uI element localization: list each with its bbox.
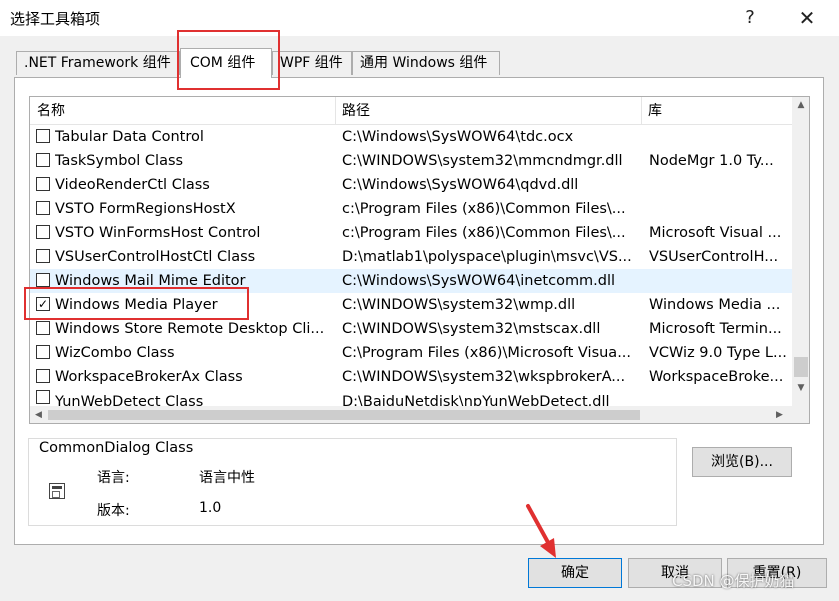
title-bar: 选择工具箱项 ? ✕ (0, 0, 839, 36)
horizontal-scrollbar[interactable]: ◀ ▶ (30, 406, 792, 423)
component-icon (49, 483, 65, 499)
watermark: CSDN @保护奶猫 (672, 572, 795, 590)
row-checkbox[interactable] (36, 153, 50, 167)
row-name: VideoRenderCtl Class (55, 177, 210, 193)
vertical-scroll-thumb[interactable] (794, 357, 808, 377)
list-row[interactable]: VideoRenderCtl Class C:\Windows\SysWOW64… (30, 173, 792, 197)
selected-component-name: CommonDialog Class (37, 440, 196, 456)
row-path: C:\Windows\SysWOW64\qdvd.dll (342, 177, 579, 193)
list-row[interactable]: Tabular Data Control C:\Windows\SysWOW64… (30, 125, 792, 149)
row-checkbox[interactable] (36, 129, 50, 143)
row-library: Microsoft Termin... (649, 321, 782, 337)
row-name: Windows Mail Mime Editor (55, 273, 246, 289)
row-path: C:\Program Files (x86)\Microsoft Visua..… (342, 345, 632, 361)
scroll-up-icon[interactable]: ▲ (792, 97, 809, 114)
tab-wpf-components[interactable]: WPF 组件 (272, 51, 352, 75)
row-checkbox[interactable] (36, 273, 50, 287)
list-header: 名称 路径 库 (30, 97, 792, 125)
horizontal-scroll-thumb[interactable] (48, 410, 640, 420)
row-path: c:\Program Files (x86)\Common Files\... (342, 201, 626, 217)
list-row[interactable]: YunWebDetect Class D:\BaiduNetdisk\npYun… (30, 389, 792, 406)
scroll-down-icon[interactable]: ▼ (792, 380, 809, 397)
vertical-scrollbar[interactable]: ▲ ▼ (792, 97, 809, 406)
row-path: C:\Windows\SysWOW64\tdc.ocx (342, 129, 574, 145)
row-path: C:\Windows\SysWOW64\inetcomm.dll (342, 273, 616, 289)
row-path: C:\WINDOWS\system32\wkspbrokerA... (342, 369, 626, 385)
row-library: Windows Media ... (649, 297, 781, 313)
list-body: Tabular Data Control C:\Windows\SysWOW64… (30, 125, 792, 406)
list-row[interactable]: WizCombo Class C:\Program Files (x86)\Mi… (30, 341, 792, 365)
row-library: VCWiz 9.0 Type L... (649, 345, 787, 361)
row-path: C:\WINDOWS\system32\wmp.dll (342, 297, 576, 313)
scroll-left-icon[interactable]: ◀ (30, 406, 47, 423)
row-name: VSTO WinFormsHost Control (55, 225, 261, 241)
row-library (649, 173, 789, 197)
scroll-right-icon[interactable]: ▶ (771, 406, 788, 423)
close-icon[interactable]: ✕ (792, 6, 822, 30)
row-name: TaskSymbol Class (55, 153, 184, 169)
version-value: 1.0 (199, 500, 222, 516)
row-name: Windows Media Player (55, 297, 218, 313)
row-library: WorkspaceBroke... (649, 369, 784, 385)
list-row-checked[interactable]: ✓ Windows Media Player C:\WINDOWS\system… (30, 293, 792, 317)
row-checkbox[interactable] (36, 201, 50, 215)
language-label: 语言: (97, 470, 130, 486)
row-checkbox[interactable] (36, 249, 50, 263)
list-row-hovered[interactable]: Windows Mail Mime Editor C:\Windows\SysW… (30, 269, 792, 293)
scrollbar-corner (792, 406, 809, 423)
tab-net-framework[interactable]: .NET Framework 组件 (16, 51, 180, 75)
list-row[interactable]: VSTO FormRegionsHostX c:\Program Files (… (30, 197, 792, 221)
row-library (649, 269, 789, 293)
row-checkbox[interactable] (36, 390, 50, 404)
list-row[interactable]: VSUserControlHostCtl Class D:\matlab1\po… (30, 245, 792, 269)
column-header-name[interactable]: 名称 (30, 97, 335, 125)
language-value: 语言中性 (199, 470, 255, 486)
row-name: YunWebDetect Class (55, 394, 204, 406)
row-name: VSTO FormRegionsHostX (55, 201, 236, 217)
browse-button[interactable]: 浏览(B)... (692, 447, 792, 477)
row-name: WorkspaceBrokerAx Class (55, 369, 243, 385)
tab-com-components[interactable]: COM 组件 (180, 48, 272, 78)
tab-strip: .NET Framework 组件 COM 组件 WPF 组件 通用 Windo… (0, 36, 839, 78)
row-name: WizCombo Class (55, 345, 175, 361)
tab-universal-windows[interactable]: 通用 Windows 组件 (352, 51, 500, 75)
list-row[interactable]: WorkspaceBrokerAx Class C:\WINDOWS\syste… (30, 365, 792, 389)
help-icon[interactable]: ? (735, 6, 765, 30)
row-path: c:\Program Files (x86)\Common Files\... (342, 225, 626, 241)
list-row[interactable]: VSTO WinFormsHost Control c:\Program Fil… (30, 221, 792, 245)
row-library: VSUserControlH... (649, 249, 779, 265)
column-header-path[interactable]: 路径 (335, 97, 641, 125)
row-library (649, 390, 789, 406)
row-name: Windows Store Remote Desktop Cli... (55, 321, 325, 337)
row-library: Microsoft Visual ... (649, 225, 782, 241)
row-checkbox[interactable] (36, 321, 50, 335)
row-checkbox-checked[interactable]: ✓ (36, 297, 50, 311)
row-path: C:\WINDOWS\system32\mstscax.dll (342, 321, 601, 337)
window-title: 选择工具箱项 (10, 10, 101, 28)
row-checkbox[interactable] (36, 345, 50, 359)
row-library: NodeMgr 1.0 Ty... (649, 153, 774, 169)
row-path: D:\matlab1\polyspace\plugin\msvc\VS... (342, 249, 632, 265)
component-list[interactable]: 名称 路径 库 Tabular Data Control C:\Windows\… (29, 96, 810, 424)
list-row[interactable]: TaskSymbol Class C:\WINDOWS\system32\mmc… (30, 149, 792, 173)
row-path: C:\WINDOWS\system32\mmcndmgr.dll (342, 153, 623, 169)
list-row[interactable]: Windows Store Remote Desktop Cli... C:\W… (30, 317, 792, 341)
row-checkbox[interactable] (36, 225, 50, 239)
row-checkbox[interactable] (36, 177, 50, 191)
row-path: D:\BaiduNetdisk\npYunWebDetect.dll (342, 394, 610, 406)
row-name: VSUserControlHostCtl Class (55, 249, 256, 265)
row-checkbox[interactable] (36, 369, 50, 383)
ok-button[interactable]: 确定 (528, 558, 622, 588)
row-library (649, 197, 789, 221)
row-library (649, 125, 789, 149)
annotation-arrow-icon (526, 504, 556, 558)
version-label: 版本: (97, 503, 130, 519)
row-name: Tabular Data Control (55, 129, 204, 145)
column-header-library[interactable]: 库 (641, 97, 792, 125)
